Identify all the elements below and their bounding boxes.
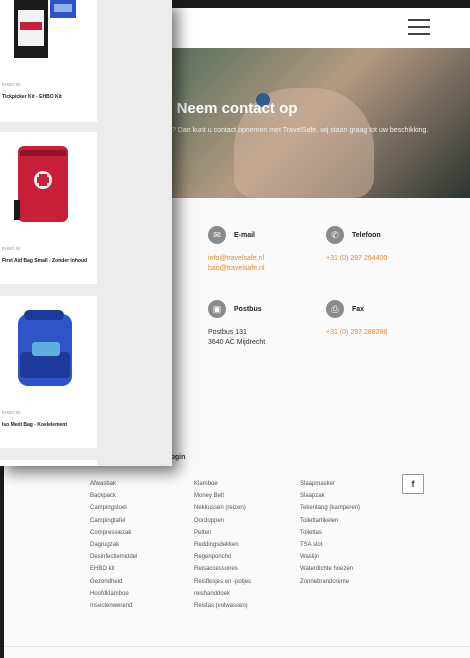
footer-link[interactable]: Regenponcho — [194, 551, 251, 563]
hamburger-menu-icon[interactable] — [408, 19, 430, 35]
footer-divider — [4, 646, 470, 647]
footer-link[interactable]: Insectenwerend — [90, 600, 137, 612]
product-image-tickpicker — [14, 0, 76, 58]
footer-link[interactable]: Slaapzak — [300, 490, 360, 502]
product-list-page: EHBO kit Tickpicker Kit - EHBO Kit EHBO … — [0, 0, 172, 466]
footer-link[interactable]: reishanddoek — [194, 588, 251, 600]
footer-column-3: Slaapmasker Slaapzak Tekentang (kamperen) T… — [300, 478, 360, 588]
footer-link[interactable]: Tekentang (kamperen) — [300, 502, 360, 514]
product-image-iso-medi-bag — [18, 310, 72, 386]
product-card[interactable]: EHBO kit Iso Medi Bag - Koelelement — [0, 296, 97, 448]
footer-column-2: Klamboe Money Belt Nekkussen (reizen) Oordo… — [194, 478, 251, 612]
footer-link[interactable]: Klamboe — [194, 478, 251, 490]
footer-link[interactable]: Oordoppen — [194, 515, 251, 527]
product-card[interactable]: EHBO kit First Aid Bag Small - Zonder in… — [0, 132, 97, 284]
footer-link[interactable]: Backpack — [90, 490, 137, 502]
footer-link[interactable]: TSA slot — [300, 539, 360, 551]
postbus-line: 3640 AC Mijdrecht — [208, 339, 266, 346]
footer-link[interactable]: Petten — [194, 527, 251, 539]
product-name[interactable]: Tickpicker Kit - EHBO Kit — [2, 94, 94, 101]
footer-link[interactable]: Reistas (volwassen) — [194, 600, 251, 612]
postbus-line: Postbus 131 — [208, 329, 247, 336]
footer-link[interactable]: Campingtafel — [90, 515, 137, 527]
footer-link[interactable]: Toilettartikelen — [300, 515, 360, 527]
contact-label: Postbus — [234, 305, 262, 313]
footer-link[interactable]: Zonnebrandcrème — [300, 576, 360, 588]
contact-label: Telefoon — [352, 231, 381, 239]
footer-link[interactable]: Dagrugzak — [90, 539, 137, 551]
mail-icon: ✉ — [208, 226, 226, 244]
footer-link[interactable]: Hoofdklamboe — [90, 588, 137, 600]
footer-column-1: Afwasbak Backpack Campingstoel Campingtafel… — [90, 478, 137, 612]
mailbox-icon: ▣ — [208, 300, 226, 318]
product-card[interactable]: EHBO kit Tickpicker Kit - EHBO Kit — [0, 0, 97, 122]
phone-icon: ✆ — [326, 226, 344, 244]
footer-link[interactable]: Reddingsdekken — [194, 539, 251, 551]
fax-number: +31 (0) 297 288298 — [326, 329, 388, 336]
phone-link[interactable]: +31 (0) 297 264400 — [326, 254, 387, 264]
contact-fax: ⎙ Fax +31 (0) 297 288298 — [326, 300, 387, 338]
email-link[interactable]: bao@travelsafe.nl — [208, 264, 265, 274]
product-category: EHBO kit — [2, 82, 21, 87]
contact-label: Fax — [352, 305, 365, 313]
product-category: EHBO kit — [2, 410, 21, 415]
footer-link[interactable]: Money Belt — [194, 490, 251, 502]
fax-icon: ⎙ — [326, 300, 344, 318]
footer-link[interactable]: Gezondheid — [90, 576, 137, 588]
footer-link[interactable]: Nekkussen (reizen) — [194, 502, 251, 514]
hero-subtitle: Vragen? Dan kunt u contact opnemen met T… — [149, 127, 429, 134]
product-image-first-aid-bag — [14, 146, 68, 222]
contact-postbus: ▣ Postbus Postbus 131 3640 AC Mijdrecht — [208, 300, 265, 348]
product-name[interactable]: First Aid Bag Small - Zonder inhoud — [2, 258, 94, 265]
contact-label: E-mail — [234, 231, 256, 239]
footer-link[interactable]: EHBO kit — [90, 563, 137, 575]
footer-link[interactable]: Waslijn — [300, 551, 360, 563]
footer-link[interactable]: Afwasbak — [90, 478, 137, 490]
footer-link[interactable]: Reisflesjes en -potjes — [194, 576, 251, 588]
email-link[interactable]: info@travelsafe.nl — [208, 254, 265, 264]
footer-link[interactable]: Desinfectiemiddel — [90, 551, 137, 563]
contact-email: ✉ E-mail info@travelsafe.nl bao@travelsa… — [208, 226, 265, 274]
footer-link[interactable]: Waterdichte hoezen — [300, 563, 360, 575]
product-category: EHBO kit — [2, 246, 21, 251]
product-name[interactable]: Iso Medi Bag - Koelelement — [2, 422, 94, 429]
facebook-icon[interactable]: f — [402, 474, 424, 494]
footer-link[interactable]: Toilettas — [300, 527, 360, 539]
product-card-partial — [0, 460, 97, 466]
contact-phone: ✆ Telefoon +31 (0) 297 264400 — [326, 226, 387, 264]
footer-link[interactable]: Slaapmasker — [300, 478, 360, 490]
footer-link[interactable]: Reisaccessoires — [194, 563, 251, 575]
footer-link[interactable]: Compressiezak — [90, 527, 137, 539]
footer-link[interactable]: Campingstoel — [90, 502, 137, 514]
